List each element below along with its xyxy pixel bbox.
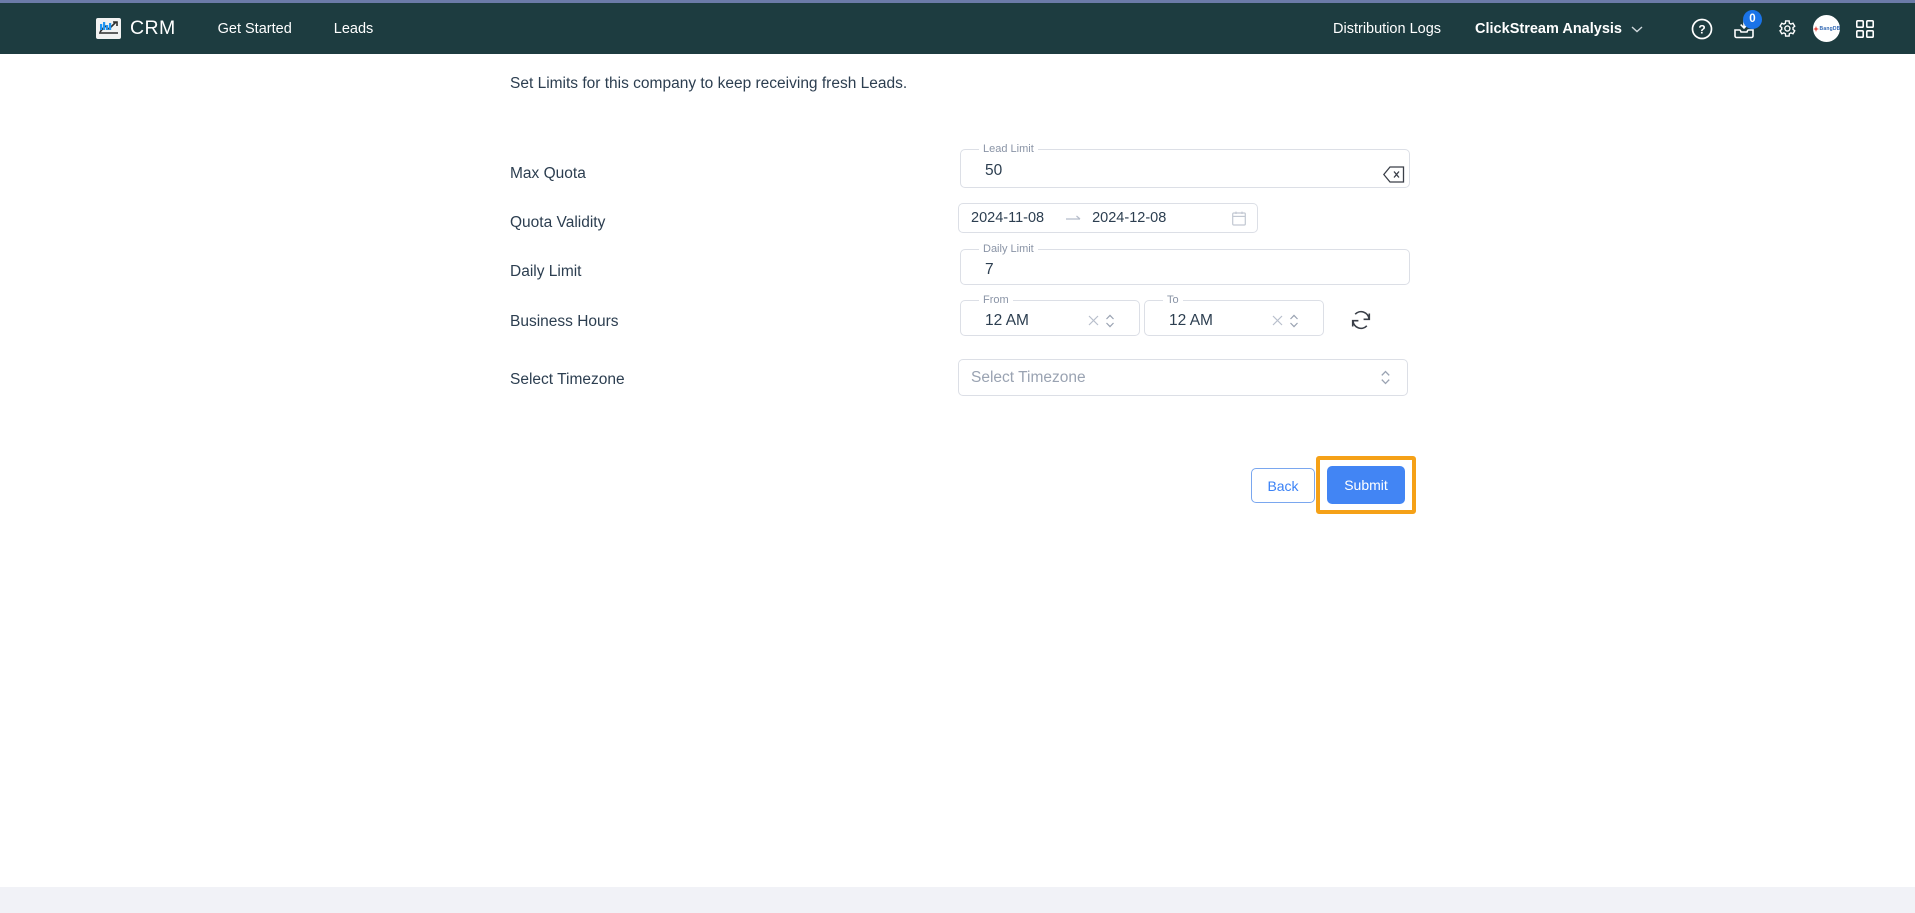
nav-leads[interactable]: Leads [334, 21, 374, 37]
label-select-timezone: Select Timezone [510, 371, 625, 388]
quota-validity-daterange[interactable]: 2024-11-08 2024-12-08 [958, 203, 1258, 233]
lead-limit-legend: Lead Limit [983, 143, 1034, 155]
nav-right-group: Distribution Logs ClickStream Analysis ?… [1333, 3, 1915, 54]
business-hours-from-input[interactable]: 12 AM [973, 312, 1085, 330]
business-hours-to-input[interactable]: 12 AM [1157, 312, 1269, 330]
chart-trend-logo-icon [96, 18, 121, 39]
business-hours-from-legend: From [983, 294, 1009, 306]
timezone-stepper-icon[interactable] [1377, 369, 1394, 386]
to-time-stepper-icon[interactable] [1286, 313, 1302, 329]
label-business-hours: Business Hours [510, 313, 619, 330]
nav-distribution-logs[interactable]: Distribution Logs [1333, 21, 1441, 37]
lead-limit-field[interactable]: Lead Limit 50 [960, 143, 1410, 188]
brand-name: CRM [130, 17, 176, 39]
nav-left-group: CRM Get Started Leads [0, 3, 373, 54]
calendar-icon[interactable] [1232, 211, 1246, 226]
label-daily-limit: Daily Limit [510, 263, 582, 280]
daily-limit-legend: Daily Limit [983, 243, 1034, 255]
page-footer [0, 887, 1915, 913]
business-hours-to-legend: To [1167, 294, 1179, 306]
page-intro-text: Set Limits for this company to keep rece… [510, 75, 908, 92]
chevron-down-icon [1631, 25, 1643, 33]
apps-grid-icon[interactable] [1848, 12, 1882, 46]
notification-badge: 0 [1743, 9, 1762, 29]
help-icon[interactable]: ? [1685, 12, 1719, 46]
nav-clickstream-analysis-label: ClickStream Analysis [1475, 20, 1622, 37]
label-quota-validity: Quota Validity [510, 214, 606, 231]
timezone-select-value[interactable]: Select Timezone [959, 369, 1098, 387]
submit-button[interactable]: Submit [1327, 466, 1405, 504]
daily-limit-field[interactable]: Daily Limit 7 [960, 243, 1410, 285]
inbox-download-icon[interactable]: 0 [1727, 9, 1762, 46]
date-range-arrow-icon [1056, 210, 1092, 226]
clear-from-time-icon[interactable] [1085, 314, 1102, 328]
main-content: Set Limits for this company to keep rece… [0, 54, 1915, 887]
avatar-mark-icon [1813, 25, 1819, 32]
timezone-select[interactable]: Select Timezone [958, 359, 1408, 396]
top-navigation-bar: CRM Get Started Leads Distribution Logs … [0, 0, 1915, 54]
business-hours-from-field[interactable]: From 12 AM [960, 294, 1140, 336]
label-max-quota: Max Quota [510, 165, 586, 182]
lead-limit-input[interactable]: 50 [973, 158, 1397, 184]
back-button[interactable]: Back [1251, 468, 1315, 503]
svg-text:?: ? [1698, 22, 1705, 36]
clear-lead-limit-backspace-icon[interactable] [1383, 164, 1405, 184]
business-hours-to-field[interactable]: To 12 AM [1144, 294, 1324, 336]
quota-validity-start-date[interactable]: 2024-11-08 [959, 210, 1056, 226]
daily-limit-input[interactable]: 7 [973, 258, 1397, 282]
gear-icon[interactable] [1769, 12, 1803, 46]
clear-to-time-icon[interactable] [1269, 314, 1286, 328]
nav-clickstream-analysis[interactable]: ClickStream Analysis [1475, 21, 1643, 37]
brand[interactable]: CRM [96, 17, 176, 40]
nav-get-started[interactable]: Get Started [218, 21, 292, 37]
refresh-icon[interactable] [1348, 307, 1374, 333]
quota-validity-end-date[interactable]: 2024-12-08 [1092, 210, 1178, 226]
avatar-label: BangDB [1819, 25, 1840, 32]
from-time-stepper-icon[interactable] [1102, 313, 1118, 329]
avatar[interactable]: BangDB [1813, 15, 1840, 42]
